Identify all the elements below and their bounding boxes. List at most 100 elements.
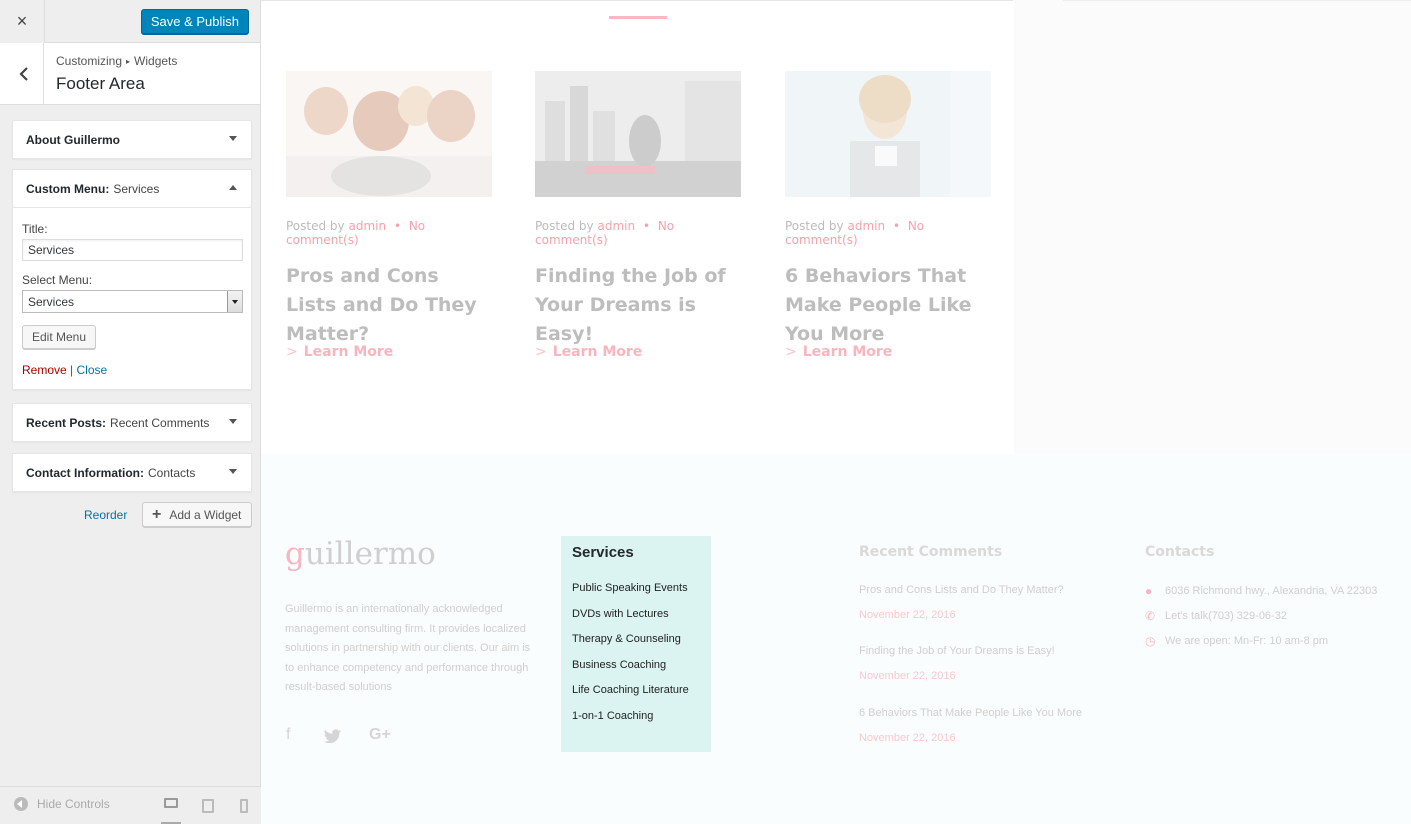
post-author-link[interactable]: admin xyxy=(847,219,885,233)
site-logo[interactable]: guillermo xyxy=(285,536,436,572)
preview-tablet-button[interactable] xyxy=(198,795,218,817)
learn-more-label: Learn More xyxy=(802,344,893,360)
save-publish-button[interactable]: Save & Publish xyxy=(140,9,249,34)
title-field[interactable]: Services xyxy=(22,239,243,261)
chevron-right-icon: > xyxy=(785,344,797,360)
tablet-icon xyxy=(202,799,214,813)
services-menu-item[interactable]: Life Coaching Literature xyxy=(572,684,700,710)
learn-more-link[interactable]: > Learn More xyxy=(785,344,892,360)
post-image[interactable] xyxy=(535,71,741,197)
dropdown-arrow-icon[interactable] xyxy=(227,291,242,312)
reorder-link[interactable]: Reorder xyxy=(84,508,127,522)
twitter-icon[interactable] xyxy=(324,729,342,743)
logo-initial: g xyxy=(285,536,305,572)
section-header: Customizing ▸ Widgets Footer Area xyxy=(0,43,260,105)
recent-comments-title: Recent Comments xyxy=(859,544,1003,560)
chevron-right-icon: > xyxy=(535,344,547,360)
services-widget: Services Public Speaking Events DVDs wit… xyxy=(561,536,711,752)
widget-title: Custom Menu: xyxy=(26,181,110,196)
post-title[interactable]: Finding the Job of Your Dreams is Easy! xyxy=(535,262,741,349)
section-accent-rule xyxy=(609,16,667,19)
post-meta: Posted by admin • No comment(s) xyxy=(535,219,741,247)
widget-subtitle: Contacts xyxy=(148,465,196,480)
remove-link[interactable]: Remove xyxy=(22,363,67,377)
map-pin-icon: ● xyxy=(1145,584,1153,598)
clock-icon: ◷ xyxy=(1145,634,1156,648)
widget-header[interactable]: Custom Menu: Services xyxy=(13,170,251,207)
caret-down-icon[interactable] xyxy=(229,419,237,424)
widget-about-guillermo: About Guillermo xyxy=(12,120,252,159)
widget-recent-posts: Recent Posts: Recent Comments xyxy=(12,403,252,442)
widget-header[interactable]: About Guillermo xyxy=(13,121,251,158)
close-customizer-button[interactable]: × xyxy=(0,0,45,43)
caret-down-icon[interactable] xyxy=(229,469,237,474)
blog-post-card: Posted by admin • No comment(s) Finding … xyxy=(535,71,741,349)
hide-controls-button[interactable]: Hide Controls xyxy=(14,797,110,811)
post-meta: Posted by admin • No comment(s) xyxy=(286,219,492,247)
learn-more-label: Learn More xyxy=(303,344,394,360)
recent-comment-date: November 22, 2016 xyxy=(859,670,956,682)
meta-dot: • xyxy=(642,219,650,233)
post-title[interactable]: 6 Behaviors That Make People Like You Mo… xyxy=(785,262,991,349)
caret-down-icon[interactable] xyxy=(229,136,237,141)
divider xyxy=(1063,0,1411,1)
edit-menu-button[interactable]: Edit Menu xyxy=(22,325,97,349)
services-menu-item[interactable]: 1-on-1 Coaching xyxy=(572,710,700,736)
facebook-icon[interactable]: f xyxy=(286,726,290,744)
widget-custom-menu: Custom Menu: Services Title: Services Se… xyxy=(12,169,252,390)
post-author-link[interactable]: admin xyxy=(348,219,386,233)
breadcrumb-separator: ▸ xyxy=(126,57,131,66)
add-widget-button[interactable]: + Add a Widget xyxy=(142,502,252,527)
recent-comment-link[interactable]: Pros and Cons Lists and Do They Matter? xyxy=(859,584,1064,596)
breadcrumb: Customizing ▸ Widgets xyxy=(56,54,177,68)
select-menu-value: Services xyxy=(28,294,75,309)
widget-subtitle: Recent Comments xyxy=(110,415,210,430)
breadcrumb-widgets: Widgets xyxy=(134,54,178,68)
desktop-icon xyxy=(164,798,178,808)
blog-section: Posted by admin • No comment(s) Pros and… xyxy=(261,0,1014,454)
posted-by-label: Posted by xyxy=(785,219,844,233)
preview-desktop-button[interactable] xyxy=(161,795,181,824)
blog-post-card: Posted by admin • No comment(s) Pros and… xyxy=(286,71,492,349)
divider xyxy=(261,0,1013,1)
post-image[interactable] xyxy=(286,71,492,197)
services-title: Services xyxy=(572,544,634,561)
learn-more-link[interactable]: > Learn More xyxy=(286,344,393,360)
section-title: Footer Area xyxy=(56,74,145,93)
site-footer: guillermo Guillermo is an internationall… xyxy=(261,454,1411,824)
widget-title: Recent Posts: xyxy=(26,415,107,430)
caret-up-icon[interactable] xyxy=(229,185,237,190)
widget-subtitle: Services xyxy=(113,181,160,196)
customizer-header-actions: × Save & Publish xyxy=(0,0,260,43)
contacts-title: Contacts xyxy=(1145,544,1215,560)
google-plus-icon[interactable]: G+ xyxy=(369,726,391,744)
contact-address-text: 6036 Richmond hwy., Alexandria, VA 22303 xyxy=(1165,585,1378,597)
select-menu-label: Select Menu: xyxy=(22,273,93,287)
services-menu-item[interactable]: DVDs with Lectures xyxy=(572,608,700,634)
posted-by-label: Posted by xyxy=(535,219,594,233)
meta-dot: • xyxy=(892,219,900,233)
widget-header[interactable]: Contact Information: Contacts xyxy=(13,454,251,491)
services-menu-item[interactable]: Public Speaking Events xyxy=(572,582,700,608)
contact-phone: ✆ Let's talk(703) 329-06-32 xyxy=(1145,609,1287,623)
close-link[interactable]: Close xyxy=(77,363,108,377)
services-menu-item[interactable]: Business Coaching xyxy=(572,659,700,685)
post-image[interactable] xyxy=(785,71,991,197)
services-menu-item[interactable]: Therapy & Counseling xyxy=(572,633,700,659)
recent-comment-link[interactable]: 6 Behaviors That Make People Like You Mo… xyxy=(859,707,1082,719)
contact-hours-text: We are open: Mn-Fr: 10 am-8 pm xyxy=(1165,635,1329,647)
post-author-link[interactable]: admin xyxy=(597,219,635,233)
post-title[interactable]: Pros and Cons Lists and Do They Matter? xyxy=(286,262,492,349)
learn-more-link[interactable]: > Learn More xyxy=(535,344,642,360)
widget-form: Title: Services Select Menu: Services Ed… xyxy=(13,207,251,389)
about-text: Guillermo is an internationally acknowle… xyxy=(285,603,531,693)
logo-text: uillermo xyxy=(304,536,436,572)
breadcrumb-customizing: Customizing xyxy=(56,54,123,68)
recent-comment-link[interactable]: Finding the Job of Your Dreams is Easy! xyxy=(859,645,1055,657)
widget-header[interactable]: Recent Posts: Recent Comments xyxy=(13,404,251,441)
select-menu-dropdown[interactable]: Services xyxy=(22,290,243,313)
preview-mobile-button[interactable] xyxy=(234,795,254,817)
blog-post-card: Posted by admin • No comment(s) 6 Behavi… xyxy=(785,71,991,349)
title-field-label: Title: xyxy=(22,222,48,236)
back-button[interactable] xyxy=(0,43,44,104)
